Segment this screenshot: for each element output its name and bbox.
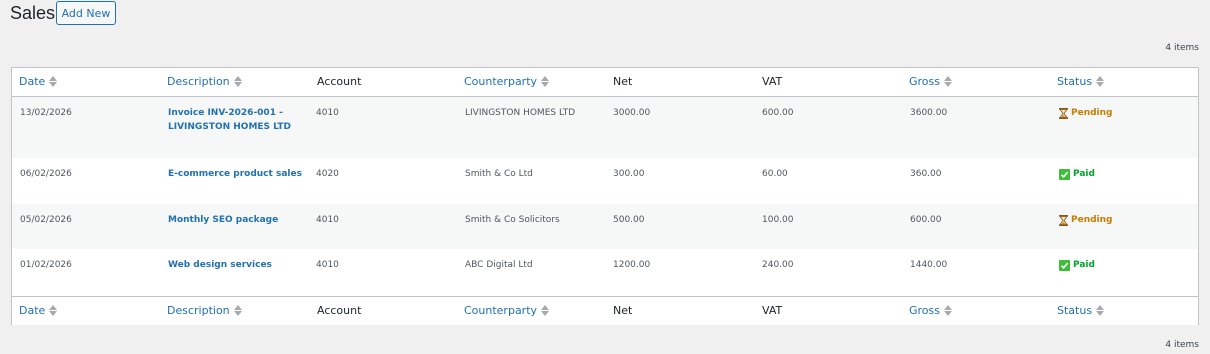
column-footer-counterparty[interactable]: Counterparty (464, 304, 550, 317)
status-badge: Paid (1059, 258, 1095, 272)
column-label: Status (1057, 304, 1093, 317)
cell-gross: 360.00 (910, 169, 942, 179)
status-badge: Paid (1059, 167, 1095, 181)
column-label: Account (317, 75, 362, 88)
column-header-account: Account (317, 75, 361, 88)
column-label: Gross (909, 304, 940, 317)
sort-icon (49, 305, 58, 316)
sort-icon (541, 305, 550, 316)
cell-counterparty: LIVINGSTON HOMES LTD (465, 108, 576, 118)
cell-description-link[interactable]: Invoice INV-2026-001 - LIVINGSTON HOMES … (168, 106, 298, 134)
sales-table: Date Description Account Counterparty Ne… (11, 67, 1199, 325)
table-header: Date Description Account Counterparty Ne… (12, 68, 1198, 97)
column-label: Net (613, 304, 633, 317)
cell-gross: 3600.00 (910, 108, 948, 118)
status-badge: Pending (1059, 213, 1112, 227)
column-label: Status (1057, 75, 1093, 88)
status-label: Pending (1071, 108, 1113, 118)
cell-account: 4010 (316, 108, 339, 118)
column-label: Net (613, 75, 633, 88)
cell-date: 06/02/2026 (20, 169, 72, 179)
column-header-gross[interactable]: Gross (909, 75, 952, 88)
cell-description-link[interactable]: E-commerce product sales (168, 167, 318, 181)
table-row: 05/02/2026 Monthly SEO package 4010 Smit… (12, 204, 1198, 249)
cell-counterparty: Smith & Co Solicitors (465, 215, 560, 225)
status-badge: Pending (1059, 106, 1112, 120)
sort-icon (944, 305, 952, 316)
sort-icon (1096, 305, 1105, 316)
column-label: Counterparty (464, 75, 538, 88)
cell-gross: 1440.00 (910, 260, 948, 270)
cell-gross: 600.00 (910, 215, 942, 225)
cell-net: 500.00 (613, 215, 645, 225)
cell-vat: 600.00 (762, 108, 794, 118)
column-header-vat: VAT (762, 75, 782, 88)
status-label: Paid (1073, 260, 1095, 270)
cell-account: 4010 (316, 215, 339, 225)
column-header-counterparty[interactable]: Counterparty (464, 75, 550, 88)
column-footer-net: Net (613, 304, 632, 317)
column-label: Gross (909, 75, 940, 88)
cell-date: 05/02/2026 (20, 215, 72, 225)
column-footer-account: Account (317, 304, 361, 317)
cell-vat: 240.00 (762, 260, 794, 270)
cell-account: 4010 (316, 260, 339, 270)
status-label: Pending (1071, 215, 1113, 225)
sort-icon (541, 76, 550, 87)
column-label: Account (317, 304, 362, 317)
cell-net: 300.00 (613, 169, 645, 179)
column-header-net: Net (613, 75, 632, 88)
item-count-top: 4 items (1165, 43, 1199, 53)
column-footer-vat: VAT (762, 304, 782, 317)
column-footer-date[interactable]: Date (19, 304, 58, 317)
sort-icon (944, 76, 952, 87)
sort-icon (49, 76, 58, 87)
column-label: VAT (762, 75, 783, 88)
table-row: 13/02/2026 Invoice INV-2026-001 - LIVING… (12, 97, 1198, 158)
sort-icon (233, 305, 242, 316)
hourglass-icon (1059, 107, 1068, 119)
check-icon (1059, 259, 1070, 271)
item-count-bottom: 4 items (1165, 340, 1199, 350)
cell-date: 13/02/2026 (20, 108, 72, 118)
table-row: 01/02/2026 Web design services 4010 ABC … (12, 249, 1198, 295)
cell-net: 1200.00 (613, 260, 651, 270)
table-row: 06/02/2026 E-commerce product sales 4020… (12, 158, 1198, 204)
check-icon (1059, 168, 1070, 180)
column-header-description[interactable]: Description (167, 75, 242, 88)
column-footer-description[interactable]: Description (167, 304, 242, 317)
page-title: Sales (10, 3, 56, 23)
cell-counterparty: Smith & Co Ltd (465, 169, 533, 179)
cell-account: 4020 (316, 169, 339, 179)
column-header-date[interactable]: Date (19, 75, 58, 88)
cell-date: 01/02/2026 (20, 260, 72, 270)
column-header-status[interactable]: Status (1057, 75, 1105, 88)
column-label: Date (19, 304, 46, 317)
column-label: Counterparty (464, 304, 538, 317)
column-label: VAT (762, 304, 783, 317)
column-label: Date (19, 75, 46, 88)
cell-net: 3000.00 (613, 108, 651, 118)
sort-icon (1096, 76, 1105, 87)
table-footer: Date Description Account Counterparty Ne… (12, 296, 1198, 325)
column-footer-gross[interactable]: Gross (909, 304, 952, 317)
cell-description-link[interactable]: Web design services (168, 258, 318, 272)
sort-icon (233, 76, 242, 87)
column-footer-status[interactable]: Status (1057, 304, 1105, 317)
cell-vat: 100.00 (762, 215, 794, 225)
cell-counterparty: ABC Digital Ltd (465, 260, 533, 270)
status-label: Paid (1073, 169, 1095, 179)
column-label: Description (167, 75, 230, 88)
add-new-button[interactable]: Add New (56, 1, 116, 25)
cell-description-link[interactable]: Monthly SEO package (168, 213, 318, 227)
hourglass-icon (1059, 214, 1068, 226)
cell-vat: 60.00 (762, 169, 788, 179)
column-label: Description (167, 304, 230, 317)
